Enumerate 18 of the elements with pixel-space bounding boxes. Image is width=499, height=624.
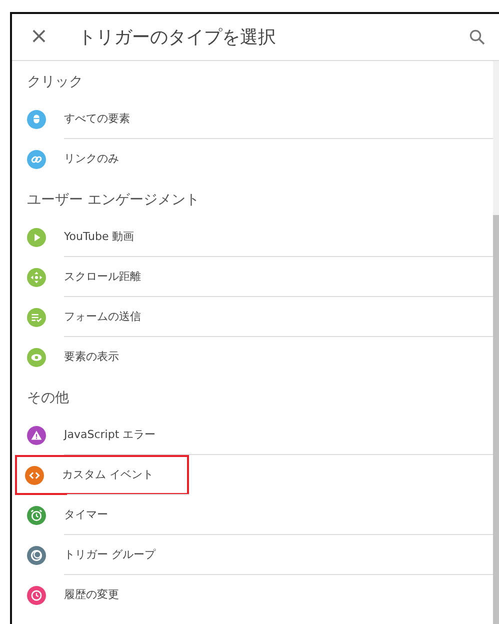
trigger-item[interactable]: 履歴の変更 — [12, 575, 493, 615]
close-button[interactable]: × — [28, 26, 50, 48]
search-icon[interactable] — [469, 29, 485, 45]
trigger-item[interactable]: 要素の表示 — [12, 337, 493, 377]
section-heading: クリック — [27, 74, 83, 90]
trigger-item[interactable]: フォームの送信 — [12, 297, 493, 337]
trigger-item[interactable]: JavaScript エラー — [12, 415, 493, 455]
trigger-item[interactable]: YouTube 動画 — [12, 217, 493, 257]
highlighted-trigger-item[interactable]: カスタム イベント — [15, 455, 189, 495]
trigger-item[interactable]: タイマー — [12, 495, 493, 535]
section-heading: ユーザー エンゲージメント — [27, 192, 200, 208]
dialog-title: トリガーのタイプを選択 — [78, 26, 276, 50]
trigger-item[interactable]: リンクのみ — [12, 139, 493, 179]
trigger-item[interactable]: すべての要素 — [12, 99, 493, 139]
scrollbar-thumb[interactable] — [493, 215, 499, 624]
section-heading: その他 — [27, 390, 69, 406]
trigger-item[interactable]: スクロール距離 — [12, 257, 493, 297]
trigger-item[interactable]: トリガー グループ — [12, 535, 493, 575]
